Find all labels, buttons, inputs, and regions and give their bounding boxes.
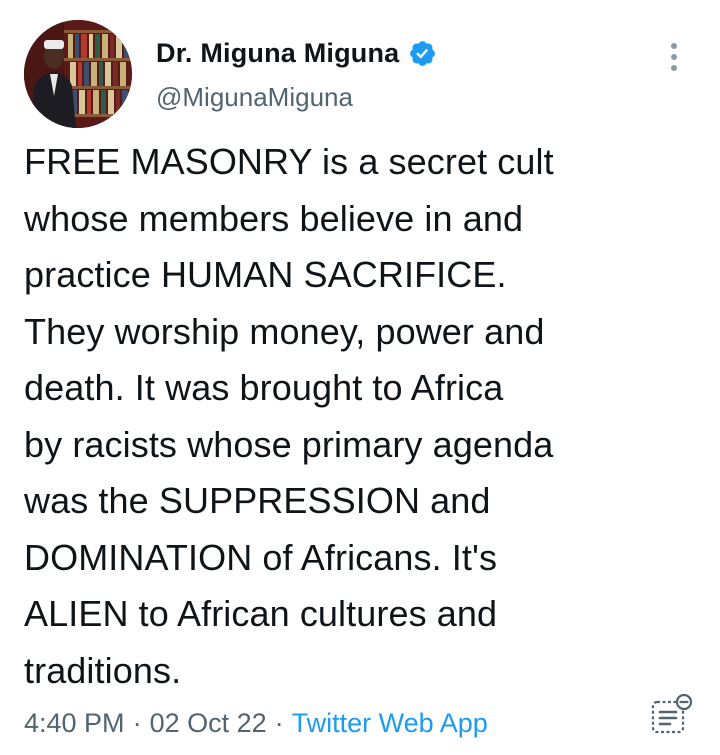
tweet-date[interactable]: 02 Oct 22 xyxy=(150,708,267,739)
tweet-meta: 4:40 PM · 02 Oct 22 · Twitter Web App xyxy=(24,708,488,739)
tweet-text: FREE MASONRY is a secret cult whose memb… xyxy=(24,141,554,691)
author-names: Dr. Miguna Miguna @MigunaMiguna xyxy=(156,38,437,113)
display-name-row: Dr. Miguna Miguna xyxy=(156,38,437,68)
author-handle[interactable]: @MigunaMiguna xyxy=(156,82,437,113)
tweet-card: Dr. Miguna Miguna @MigunaMiguna FREE MAS… xyxy=(0,0,720,755)
avatar[interactable] xyxy=(24,20,132,128)
tweet-header: Dr. Miguna Miguna @MigunaMiguna xyxy=(24,20,696,130)
more-options-icon[interactable] xyxy=(668,42,680,72)
tweet-time[interactable]: 4:40 PM xyxy=(24,708,125,739)
tweet-analytics-icon[interactable] xyxy=(650,692,694,736)
author-display-name[interactable]: Dr. Miguna Miguna xyxy=(156,38,399,69)
meta-separator: · xyxy=(132,708,142,738)
avatar-photo xyxy=(24,20,132,128)
tweet-source-link[interactable]: Twitter Web App xyxy=(292,708,488,739)
verified-badge-icon xyxy=(408,39,437,68)
meta-separator-2: · xyxy=(274,708,284,738)
